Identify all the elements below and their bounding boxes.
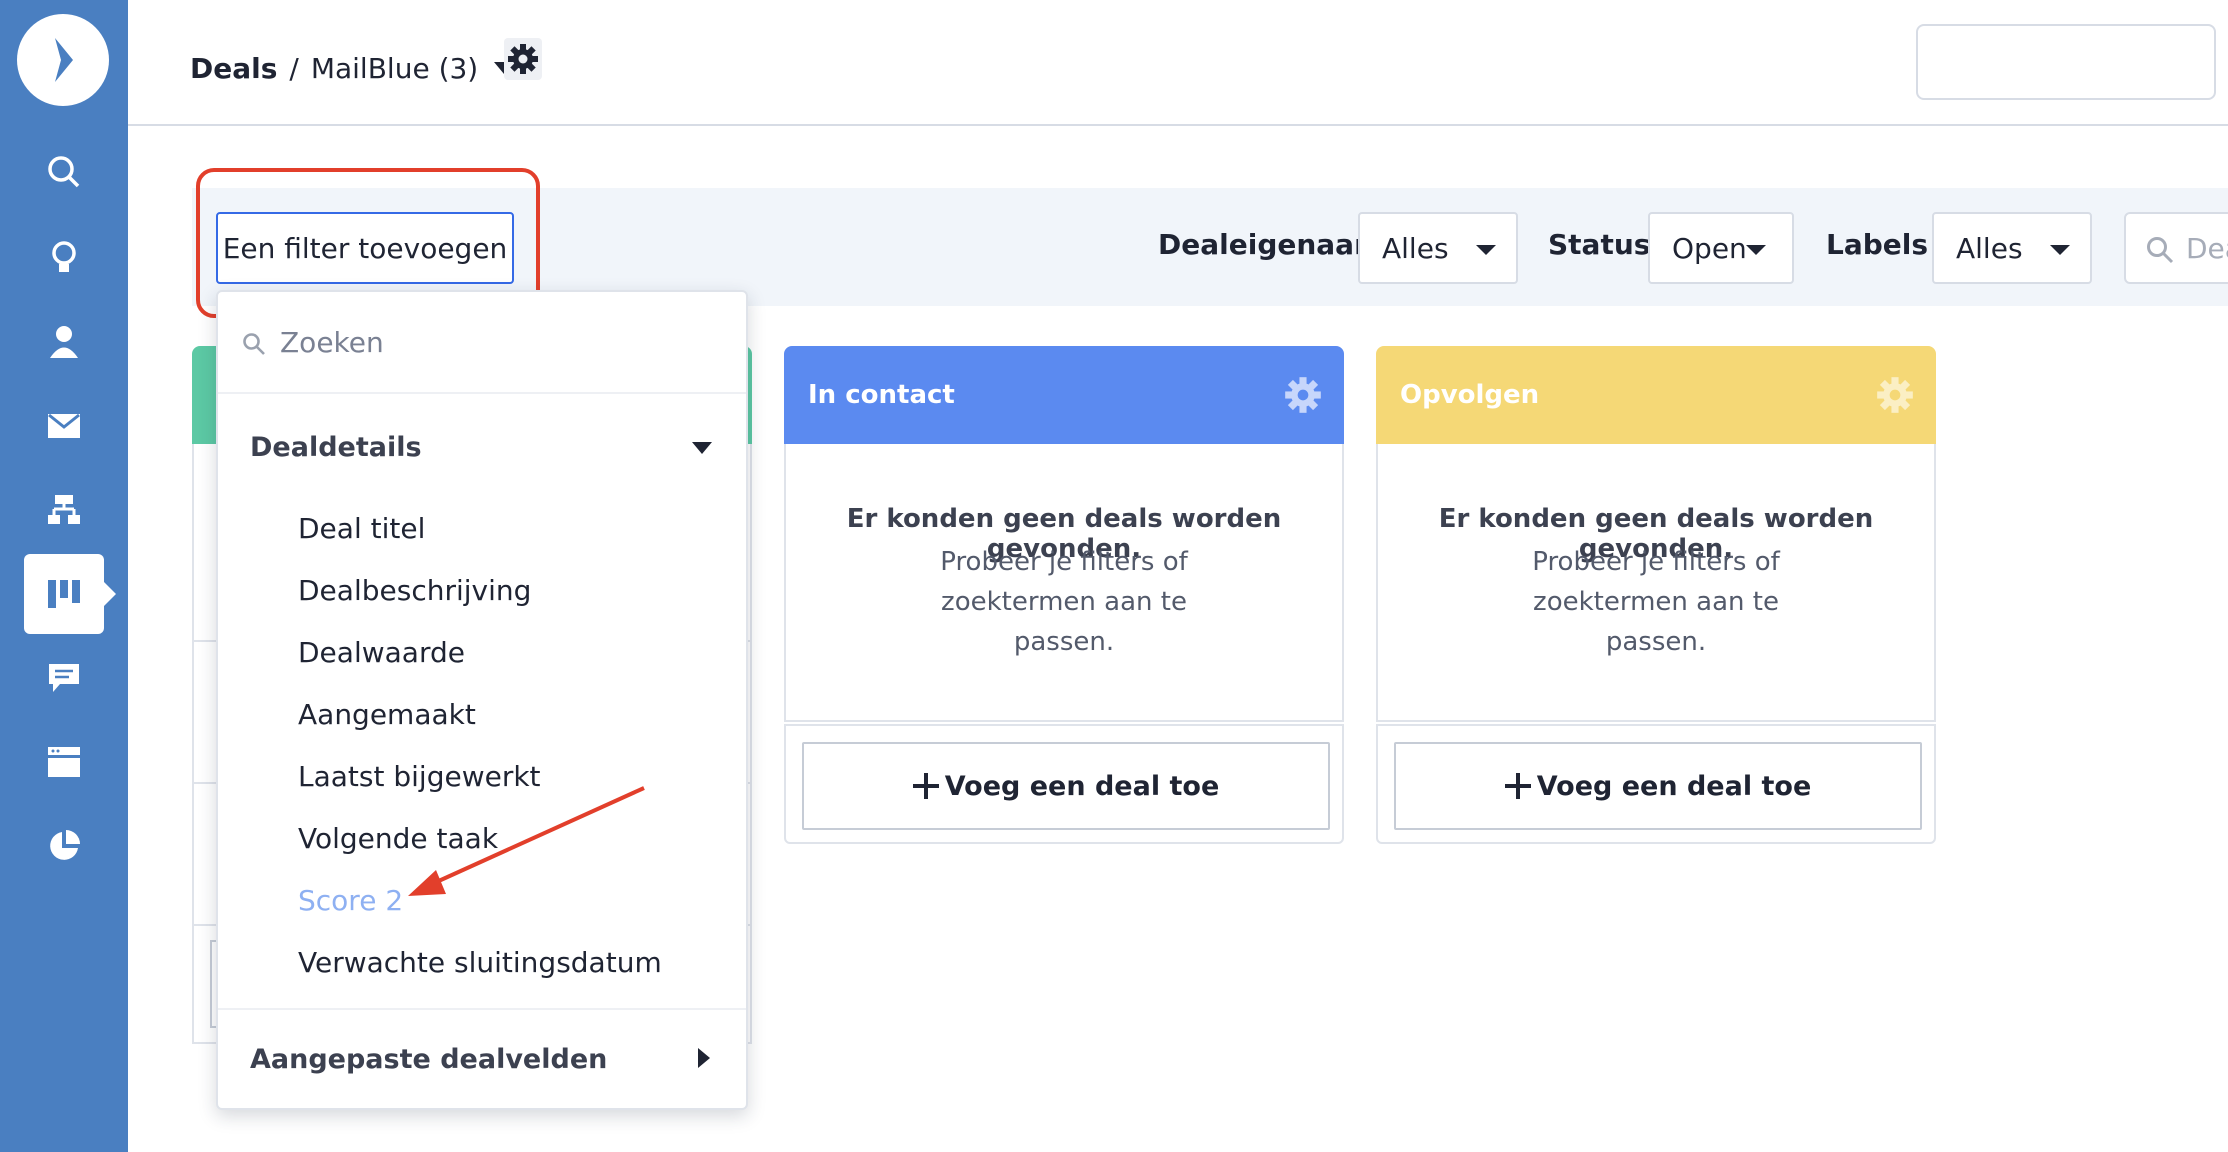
plus-icon (1504, 773, 1531, 799)
stage-footer-in-contact: Voeg een deal toe (784, 724, 1344, 844)
stage-header-in-contact: In contact (784, 346, 1344, 444)
stage-title: In contact (808, 380, 955, 410)
site-icon[interactable] (24, 722, 104, 802)
gear-icon[interactable] (1876, 376, 1914, 414)
filter-option-volgende-taak[interactable]: Volgende taak (298, 822, 498, 855)
dropdown-search-placeholder: Zoeken (280, 325, 384, 359)
chevron-down-icon[interactable] (692, 442, 712, 454)
empty-state-text: Probeer je filters of zoektermen aan te … (940, 547, 1188, 657)
labels-label: Labels (1826, 228, 1929, 261)
reports-icon[interactable] (24, 806, 104, 886)
chevron-down-icon (2050, 245, 2070, 255)
filter-option-verwachte-sluitingsdatum[interactable]: Verwachte sluitingsdatum (298, 946, 662, 979)
status-label: Status (1548, 228, 1651, 261)
filter-option-score-2[interactable]: Score 2 (298, 884, 403, 917)
stage-footer-opvolgen: Voeg een deal toe (1376, 724, 1936, 844)
chevron-down-icon (1476, 245, 1496, 255)
automation-icon[interactable] (24, 470, 104, 550)
stage-body-opvolgen: Er konden geen deals worden gevonden. Pr… (1376, 444, 1936, 722)
filter-dropdown: Zoeken Dealdetails Deal titel Dealbeschr… (216, 290, 748, 1110)
stage-title: Opvolgen (1400, 380, 1540, 410)
breadcrumb: Deals / MailBlue (3) (190, 48, 515, 88)
add-deal-button[interactable]: Voeg een deal toe (1394, 742, 1922, 830)
labels-value: Alles (1956, 231, 2023, 265)
owners-value: Alles (1382, 231, 1449, 265)
contact-icon[interactable] (24, 302, 104, 382)
deals-pipeline-icon[interactable] (24, 554, 116, 634)
chevron-right-icon[interactable] (698, 1048, 710, 1068)
dropdown-search-input[interactable]: Zoeken (218, 292, 746, 394)
conversations-icon[interactable] (24, 638, 104, 718)
plus-icon (912, 773, 939, 799)
lightbulb-icon[interactable] (24, 218, 104, 298)
filter-option-dealwaarde[interactable]: Dealwaarde (298, 636, 465, 669)
sidebar (0, 0, 128, 1152)
status-select[interactable]: Open (1648, 212, 1794, 284)
labels-select[interactable]: Alles (1932, 212, 2092, 284)
envelope-icon[interactable] (24, 386, 104, 466)
filter-option-aangemaakt[interactable]: Aangemaakt (298, 698, 476, 731)
empty-state-text: Probeer je filters of zoektermen aan te … (1532, 547, 1780, 657)
filter-option-laatst-bijgewerkt[interactable]: Laatst bijgewerkt (298, 760, 541, 793)
owners-select[interactable]: Alles (1358, 212, 1518, 284)
section-dealdetails[interactable]: Dealdetails (250, 432, 422, 463)
search-icon (2147, 237, 2174, 264)
breadcrumb-separator: / (289, 51, 299, 85)
header-action-button[interactable] (1916, 24, 2216, 100)
search-icon[interactable] (24, 132, 104, 212)
add-deal-label: Voeg een deal toe (944, 770, 1220, 802)
logo-icon[interactable] (17, 14, 109, 106)
chevron-down-icon (1746, 245, 1766, 255)
search-icon (243, 333, 265, 355)
add-deal-button[interactable]: Voeg een deal toe (802, 742, 1330, 830)
filter-option-dealbeschrijving[interactable]: Dealbeschrijving (298, 574, 531, 607)
filter-option-deal-titel[interactable]: Deal titel (298, 512, 425, 545)
gear-icon (508, 44, 538, 74)
section-custom-fields[interactable]: Aangepaste dealvelden (250, 1044, 607, 1075)
stage-body-in-contact: Er konden geen deals worden gevonden. Pr… (784, 444, 1344, 722)
gear-icon[interactable] (1284, 376, 1322, 414)
pipeline-selector[interactable]: MailBlue (3) (311, 52, 478, 85)
deal-search-input[interactable]: Deal (2124, 212, 2228, 284)
status-value: Open (1672, 231, 1747, 265)
breadcrumb-deals[interactable]: Deals (190, 52, 277, 85)
add-deal-label: Voeg een deal toe (1536, 770, 1812, 802)
divider (218, 1008, 746, 1010)
deal-search-placeholder: Deal (2186, 231, 2228, 265)
pipeline-settings-button[interactable] (504, 38, 542, 80)
stage-header-opvolgen: Opvolgen (1376, 346, 1936, 444)
owners-label: Dealeigenaars (1158, 228, 1385, 261)
